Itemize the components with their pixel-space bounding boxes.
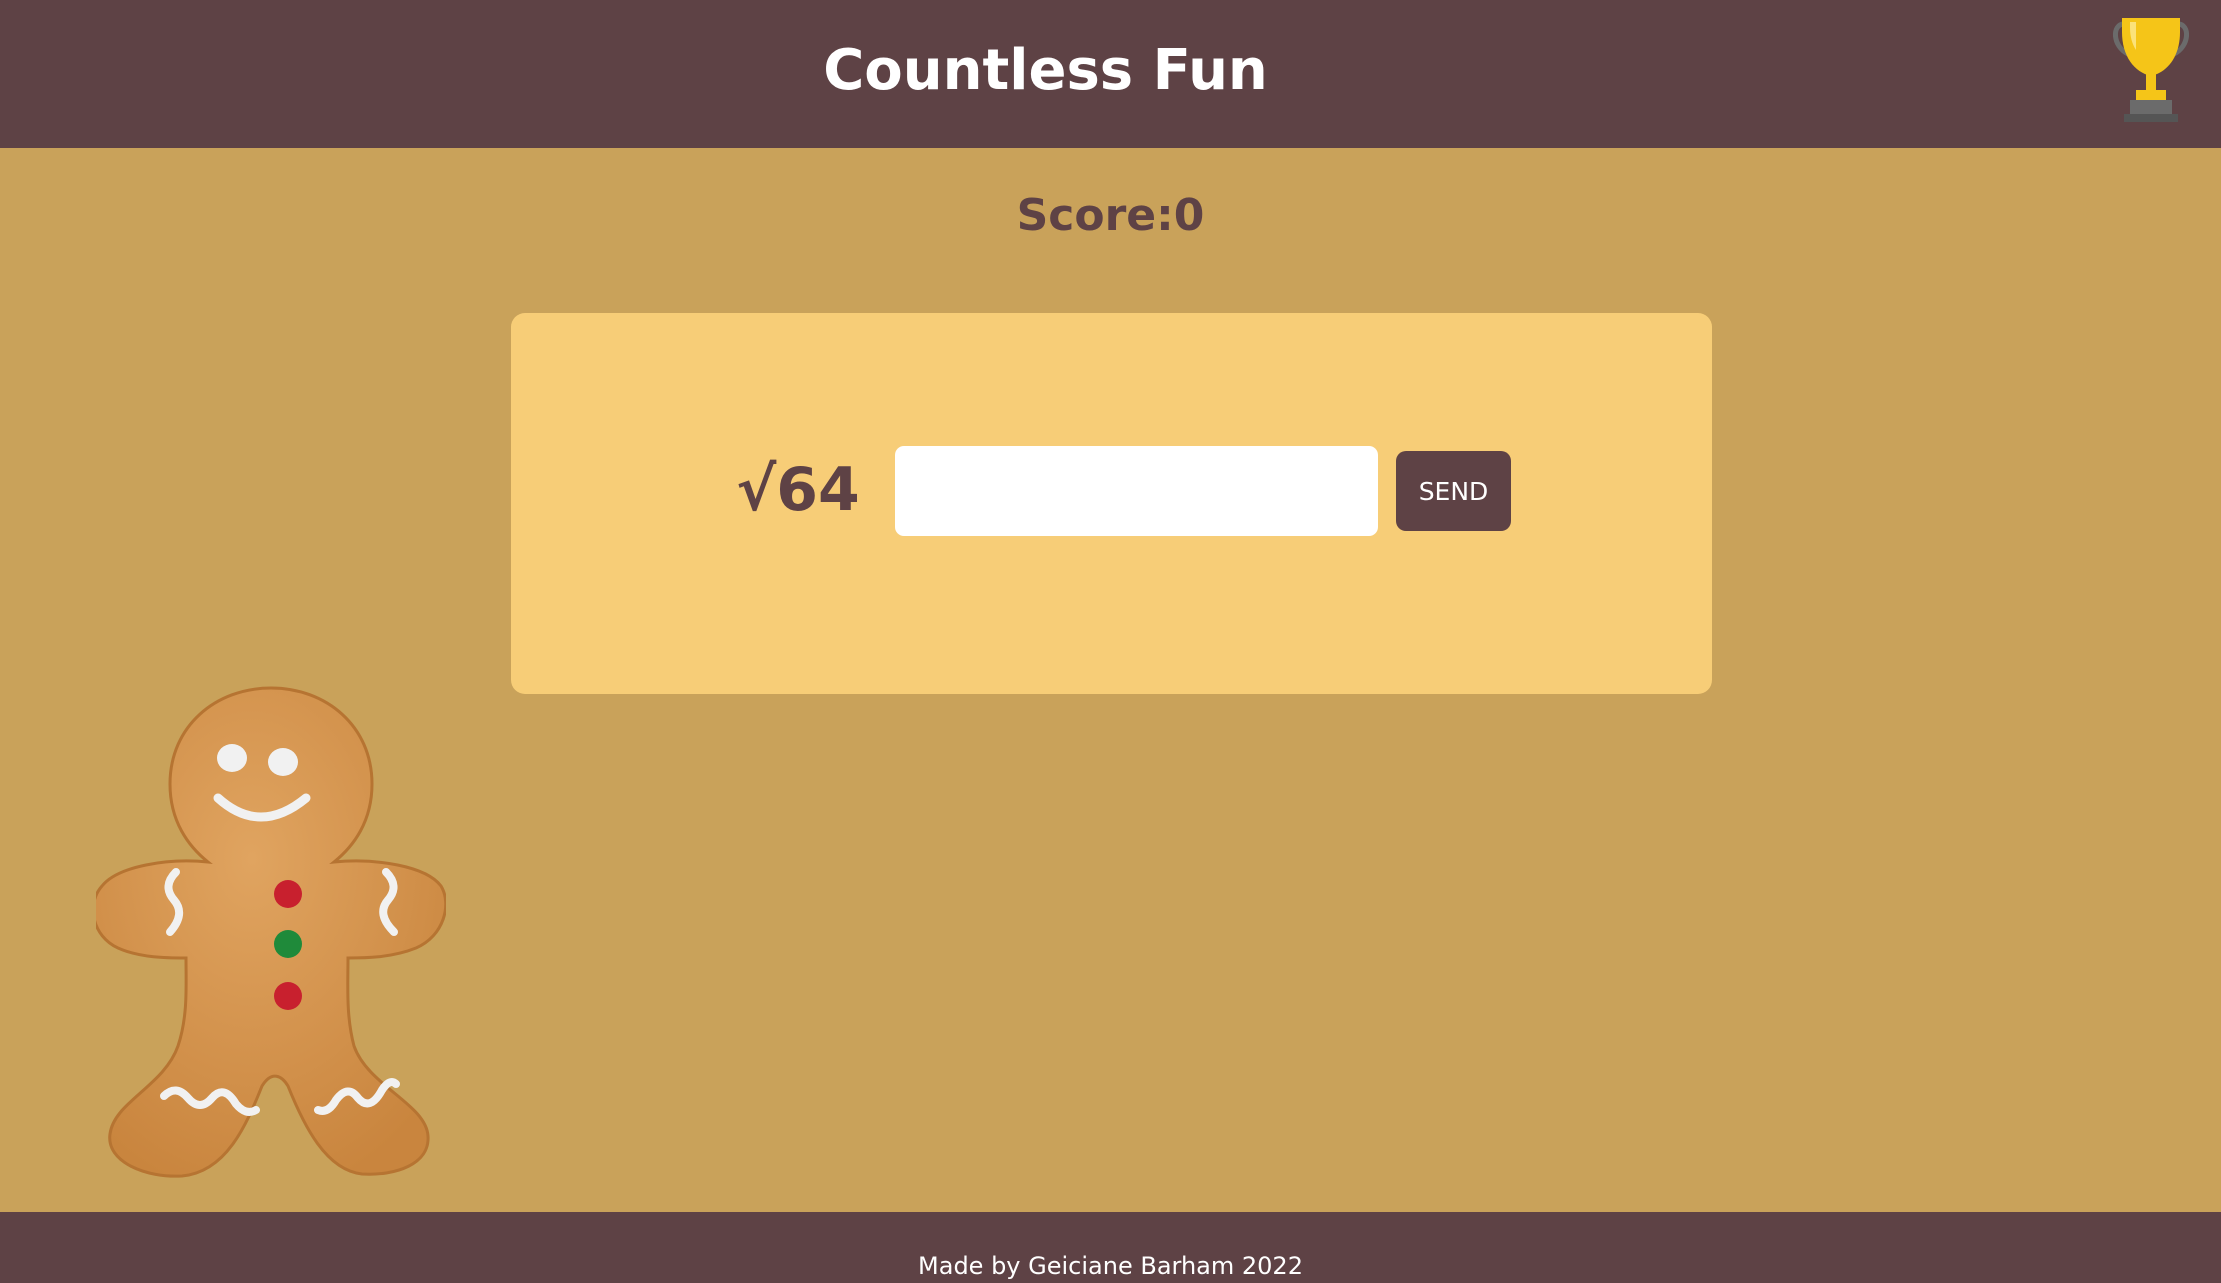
question-text: √64 [736, 455, 860, 525]
send-button[interactable]: SEND [1396, 451, 1511, 531]
trophy-icon[interactable] [2110, 14, 2192, 126]
answer-input[interactable] [895, 446, 1378, 536]
footer-credit: Made by Geiciane Barham 2022 [918, 1252, 1303, 1280]
footer: Made by Geiciane Barham 2022 [0, 1212, 2221, 1283]
gingerbread-man-icon [96, 686, 446, 1178]
app-title: Countless Fun [823, 38, 1268, 103]
score-display: Score:0 [1016, 190, 1205, 241]
header: Countless Fun [0, 0, 2221, 148]
